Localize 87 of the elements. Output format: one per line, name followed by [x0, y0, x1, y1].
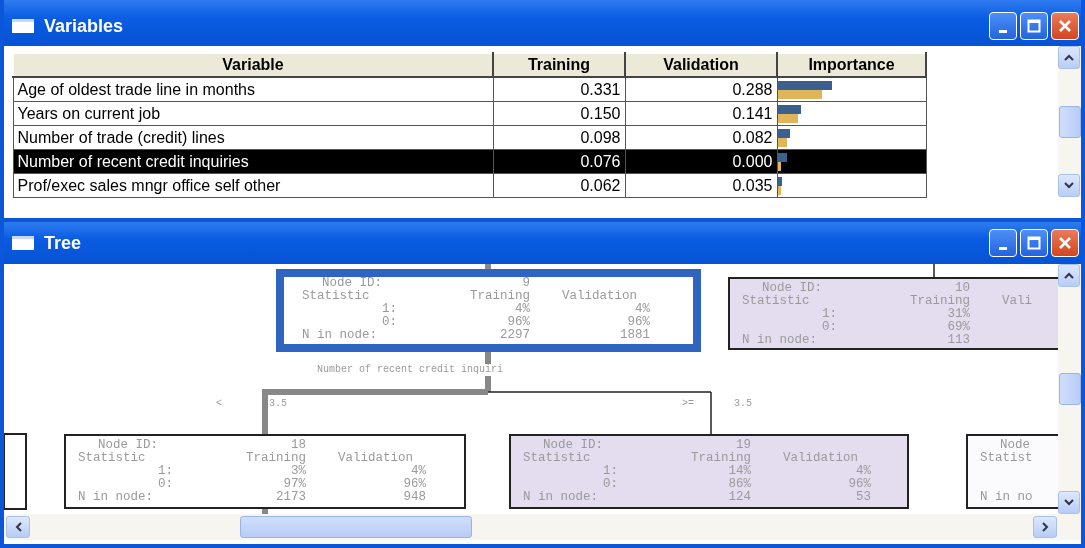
table-row[interactable]: Number of recent credit inquiries 0.076 0.000	[13, 149, 926, 174]
window-title: Tree	[44, 232, 82, 254]
node-text: 19	[735, 439, 751, 452]
node-text: 0:	[602, 478, 618, 491]
node-text: 1:	[381, 303, 397, 316]
table-cell: Age of oldest trade line in months	[13, 77, 493, 102]
node-text: 14%	[727, 465, 751, 478]
table-cell: 0.331	[493, 77, 625, 102]
table-cell: 0.141	[625, 101, 777, 126]
node-text: 0:	[157, 478, 173, 491]
branch-operator: >=	[682, 398, 694, 409]
node-text: Statistic	[742, 295, 811, 308]
table-cell: Number of trade (credit) lines	[13, 125, 493, 150]
node-text: 96%	[402, 478, 426, 491]
branch-operator: <	[216, 398, 222, 409]
split-label: Number of recent credit inquiri	[317, 364, 504, 375]
node-text: Statistic	[302, 290, 371, 303]
table-row[interactable]: Prof/exec sales mngr office self other 0.062 0.035	[13, 173, 926, 198]
node-text: 86%	[727, 478, 751, 491]
node-text: 2173	[275, 491, 306, 504]
node-text: 1:	[157, 465, 173, 478]
node-text: Training	[690, 452, 751, 465]
node-text: 124	[727, 491, 751, 504]
node-text: 18	[290, 439, 306, 452]
node-text: Training	[909, 295, 970, 308]
branch-value: 3.5	[734, 398, 752, 409]
table-cell: 0.000	[625, 149, 777, 174]
table-row[interactable]: Years on current job 0.150 0.141	[13, 101, 926, 126]
column-header[interactable]: Variable	[13, 53, 493, 77]
node-text: Node	[999, 439, 1031, 452]
table-cell: 0.062	[493, 173, 625, 198]
node-text: 4%	[410, 465, 426, 478]
node-text: Training	[469, 290, 530, 303]
node-text: 96%	[506, 316, 530, 329]
node-text: Statist	[980, 452, 1034, 465]
node-text: 96%	[626, 316, 650, 329]
table-row[interactable]: Age of oldest trade line in months 0.331 0.288	[13, 77, 926, 102]
node-text: 31%	[946, 308, 970, 321]
table-cell: 0.082	[625, 125, 777, 150]
node-text: 4%	[855, 465, 871, 478]
table-cell: Number of recent credit inquiries	[13, 149, 493, 174]
table-cell: 0.288	[625, 77, 777, 102]
node-text: Statistic	[523, 452, 592, 465]
node-text: Validation	[561, 290, 638, 303]
node-text: 948	[402, 491, 426, 504]
table-cell: Prof/exec sales mngr office self other	[13, 173, 493, 198]
table-cell: 0.150	[493, 101, 625, 126]
node-text: 0:	[381, 316, 397, 329]
branch-value: 3.5	[269, 398, 287, 409]
node-text: Vali	[1001, 295, 1033, 308]
node-text: 1:	[821, 308, 837, 321]
table-cell: 0.098	[493, 125, 625, 150]
node-text: N in node:	[523, 491, 599, 504]
node-text: N in no	[980, 491, 1034, 504]
node-text: 1:	[602, 465, 618, 478]
node-text: 3%	[290, 465, 306, 478]
node-text: 4%	[514, 303, 530, 316]
node-text: 97%	[282, 478, 306, 491]
node-text: Statistic	[78, 452, 147, 465]
window-title: Variables	[44, 15, 124, 37]
node-text: Node ID:	[761, 282, 823, 295]
table-cell: 0.035	[625, 173, 777, 198]
node-text: N in node:	[302, 329, 378, 342]
node-text: N in node:	[742, 334, 818, 347]
node-text: Validation	[337, 452, 414, 465]
table-row[interactable]: Number of trade (credit) lines 0.098 0.082	[13, 125, 926, 150]
table-cell: 0.076	[493, 149, 625, 174]
node-text: 10	[954, 282, 970, 295]
node-text: 113	[946, 334, 970, 347]
node-text: Node ID:	[97, 439, 159, 452]
node-text: 4%	[634, 303, 650, 316]
node-text: 69%	[946, 321, 970, 334]
node-text: 1881	[619, 329, 650, 342]
node-text: 0:	[821, 321, 837, 334]
node-text: 9	[521, 277, 530, 290]
node-text: Node ID:	[321, 277, 383, 290]
node-text: Node ID:	[542, 439, 604, 452]
node-text: Validation	[782, 452, 859, 465]
node-text: 53	[855, 491, 871, 504]
table-cell: Years on current job	[13, 101, 493, 126]
column-header[interactable]: Importance	[777, 53, 926, 77]
column-header[interactable]: Training	[493, 53, 625, 77]
node-text: 2297	[499, 329, 530, 342]
node-text: 96%	[847, 478, 871, 491]
column-header[interactable]: Validation	[625, 53, 777, 77]
node-text: N in node:	[78, 491, 154, 504]
node-text: Training	[245, 452, 306, 465]
